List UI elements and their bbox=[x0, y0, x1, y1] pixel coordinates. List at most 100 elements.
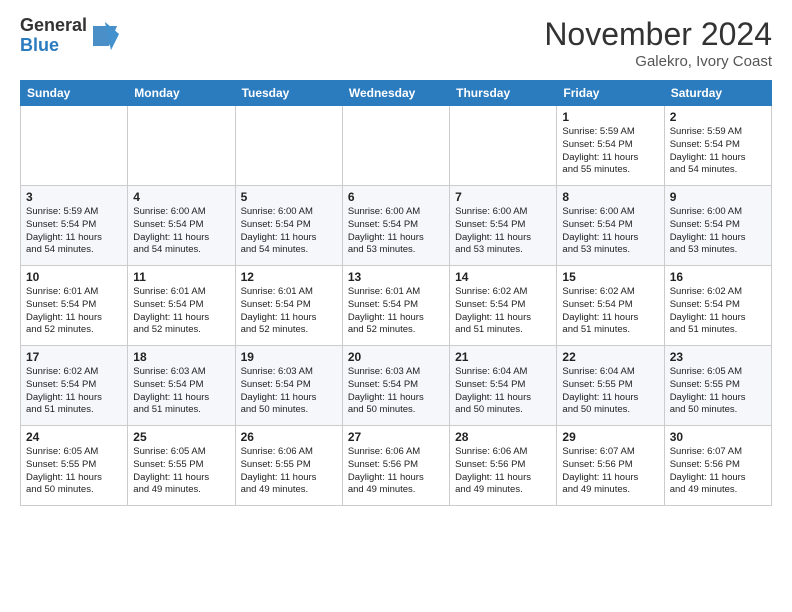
calendar-cell: 26Sunrise: 6:06 AMSunset: 5:55 PMDayligh… bbox=[235, 426, 342, 506]
header: General Blue November 2024 Galekro, Ivor… bbox=[20, 16, 772, 70]
day-info: Sunrise: 6:05 AMSunset: 5:55 PMDaylight:… bbox=[670, 366, 766, 417]
calendar-cell: 3 Sunrise: 5:59 AMSunset: 5:54 PMDaylight… bbox=[21, 186, 128, 266]
day-number: 29 bbox=[562, 430, 658, 444]
day-info: Sunrise: 6:01 AMSunset: 5:54 PMDaylight:… bbox=[241, 286, 337, 337]
location: Galekro, Ivory Coast bbox=[544, 53, 772, 70]
day-number: 10 bbox=[26, 270, 122, 284]
day-info: Sunrise: 6:03 AMSunset: 5:54 PMDaylight:… bbox=[133, 366, 229, 417]
day-number: 1 bbox=[562, 110, 658, 124]
day-number: 18 bbox=[133, 350, 229, 364]
day-number: 16 bbox=[670, 270, 766, 284]
day-number: 6 bbox=[348, 190, 444, 204]
logo: General Blue bbox=[20, 16, 121, 56]
calendar-cell: 17Sunrise: 6:02 AMSunset: 5:54 PMDayligh… bbox=[21, 346, 128, 426]
calendar-cell: 16 Sunrise: 6:02 AMSunset: 5:54 PMDayligh… bbox=[664, 266, 771, 346]
calendar-cell: 24 Sunrise: 6:05 AMSunset: 5:55 PMDayligh… bbox=[21, 426, 128, 506]
calendar-week-2: 3 Sunrise: 5:59 AMSunset: 5:54 PMDaylight… bbox=[21, 186, 772, 266]
calendar-cell: 21 Sunrise: 6:04 AMSunset: 5:54 PMDayligh… bbox=[450, 346, 557, 426]
month-title: November 2024 bbox=[544, 16, 772, 53]
day-number: 28 bbox=[455, 430, 551, 444]
calendar-cell bbox=[342, 106, 449, 186]
calendar-cell: 30 Sunrise: 6:07 AMSunset: 5:56 PMDayligh… bbox=[664, 426, 771, 506]
day-info: Sunrise: 6:00 AMSunset: 5:54 PMDaylight:… bbox=[241, 206, 337, 257]
col-sunday: Sunday bbox=[21, 81, 128, 106]
day-info: Sunrise: 6:00 AMSunset: 5:54 PMDaylight:… bbox=[348, 206, 444, 257]
day-number: 12 bbox=[241, 270, 337, 284]
logo-text: General Blue bbox=[20, 16, 87, 56]
day-number: 3 bbox=[26, 190, 122, 204]
calendar-cell: 15Sunrise: 6:02 AMSunset: 5:54 PMDayligh… bbox=[557, 266, 664, 346]
calendar-cell: 1 Sunrise: 5:59 AMSunset: 5:54 PMDaylight… bbox=[557, 106, 664, 186]
day-number: 14 bbox=[455, 270, 551, 284]
day-number: 27 bbox=[348, 430, 444, 444]
calendar-cell: 19Sunrise: 6:03 AMSunset: 5:54 PMDayligh… bbox=[235, 346, 342, 426]
day-number: 4 bbox=[133, 190, 229, 204]
day-info: Sunrise: 6:01 AMSunset: 5:54 PMDaylight:… bbox=[26, 286, 122, 337]
day-number: 8 bbox=[562, 190, 658, 204]
day-info: Sunrise: 6:02 AMSunset: 5:54 PMDaylight:… bbox=[26, 366, 122, 417]
day-number: 25 bbox=[133, 430, 229, 444]
day-info: Sunrise: 6:02 AMSunset: 5:54 PMDaylight:… bbox=[562, 286, 658, 337]
logo-icon bbox=[89, 18, 121, 54]
day-info: Sunrise: 6:03 AMSunset: 5:54 PMDaylight:… bbox=[348, 366, 444, 417]
calendar-cell: 18 Sunrise: 6:03 AMSunset: 5:54 PMDayligh… bbox=[128, 346, 235, 426]
day-info: Sunrise: 6:04 AMSunset: 5:54 PMDaylight:… bbox=[455, 366, 551, 417]
day-number: 20 bbox=[348, 350, 444, 364]
calendar-cell bbox=[235, 106, 342, 186]
day-number: 24 bbox=[26, 430, 122, 444]
day-info: Sunrise: 6:05 AMSunset: 5:55 PMDaylight:… bbox=[133, 446, 229, 497]
calendar-cell: 28Sunrise: 6:06 AMSunset: 5:56 PMDayligh… bbox=[450, 426, 557, 506]
day-number: 22 bbox=[562, 350, 658, 364]
calendar-cell: 12 Sunrise: 6:01 AMSunset: 5:54 PMDayligh… bbox=[235, 266, 342, 346]
col-tuesday: Tuesday bbox=[235, 81, 342, 106]
day-number: 2 bbox=[670, 110, 766, 124]
day-number: 9 bbox=[670, 190, 766, 204]
calendar-cell: 2Sunrise: 5:59 AMSunset: 5:54 PMDaylight… bbox=[664, 106, 771, 186]
day-info: Sunrise: 6:07 AMSunset: 5:56 PMDaylight:… bbox=[562, 446, 658, 497]
calendar-cell: 13Sunrise: 6:01 AMSunset: 5:54 PMDayligh… bbox=[342, 266, 449, 346]
calendar-cell: 22 Sunrise: 6:04 AMSunset: 5:55 PMDayligh… bbox=[557, 346, 664, 426]
calendar-week-3: 10 Sunrise: 6:01 AMSunset: 5:54 PMDayligh… bbox=[21, 266, 772, 346]
calendar-cell: 20 Sunrise: 6:03 AMSunset: 5:54 PMDayligh… bbox=[342, 346, 449, 426]
day-number: 26 bbox=[241, 430, 337, 444]
logo-blue: Blue bbox=[20, 36, 87, 56]
day-number: 13 bbox=[348, 270, 444, 284]
day-info: Sunrise: 6:00 AMSunset: 5:54 PMDaylight:… bbox=[670, 206, 766, 257]
col-monday: Monday bbox=[128, 81, 235, 106]
col-friday: Friday bbox=[557, 81, 664, 106]
calendar: Sunday Monday Tuesday Wednesday Thursday… bbox=[20, 80, 772, 506]
day-info: Sunrise: 6:00 AMSunset: 5:54 PMDaylight:… bbox=[562, 206, 658, 257]
calendar-cell: 5 Sunrise: 6:00 AMSunset: 5:54 PMDaylight… bbox=[235, 186, 342, 266]
day-info: Sunrise: 6:02 AMSunset: 5:54 PMDaylight:… bbox=[670, 286, 766, 337]
page: General Blue November 2024 Galekro, Ivor… bbox=[0, 0, 792, 612]
col-thursday: Thursday bbox=[450, 81, 557, 106]
day-info: Sunrise: 6:00 AMSunset: 5:54 PMDaylight:… bbox=[133, 206, 229, 257]
calendar-cell: 27 Sunrise: 6:06 AMSunset: 5:56 PMDayligh… bbox=[342, 426, 449, 506]
calendar-cell: 6 Sunrise: 6:00 AMSunset: 5:54 PMDaylight… bbox=[342, 186, 449, 266]
calendar-week-5: 24 Sunrise: 6:05 AMSunset: 5:55 PMDayligh… bbox=[21, 426, 772, 506]
day-info: Sunrise: 6:06 AMSunset: 5:56 PMDaylight:… bbox=[348, 446, 444, 497]
day-info: Sunrise: 6:01 AMSunset: 5:54 PMDaylight:… bbox=[133, 286, 229, 337]
day-info: Sunrise: 5:59 AMSunset: 5:54 PMDaylight:… bbox=[562, 126, 658, 177]
calendar-cell bbox=[128, 106, 235, 186]
day-number: 7 bbox=[455, 190, 551, 204]
day-number: 30 bbox=[670, 430, 766, 444]
day-number: 19 bbox=[241, 350, 337, 364]
day-info: Sunrise: 6:04 AMSunset: 5:55 PMDaylight:… bbox=[562, 366, 658, 417]
day-number: 5 bbox=[241, 190, 337, 204]
day-info: Sunrise: 5:59 AMSunset: 5:54 PMDaylight:… bbox=[26, 206, 122, 257]
day-info: Sunrise: 6:05 AMSunset: 5:55 PMDaylight:… bbox=[26, 446, 122, 497]
calendar-cell bbox=[450, 106, 557, 186]
calendar-cell bbox=[21, 106, 128, 186]
col-wednesday: Wednesday bbox=[342, 81, 449, 106]
day-info: Sunrise: 6:07 AMSunset: 5:56 PMDaylight:… bbox=[670, 446, 766, 497]
day-number: 11 bbox=[133, 270, 229, 284]
calendar-cell: 23 Sunrise: 6:05 AMSunset: 5:55 PMDayligh… bbox=[664, 346, 771, 426]
calendar-cell: 14Sunrise: 6:02 AMSunset: 5:54 PMDayligh… bbox=[450, 266, 557, 346]
day-info: Sunrise: 6:00 AMSunset: 5:54 PMDaylight:… bbox=[455, 206, 551, 257]
calendar-week-1: 1 Sunrise: 5:59 AMSunset: 5:54 PMDaylight… bbox=[21, 106, 772, 186]
title-block: November 2024 Galekro, Ivory Coast bbox=[544, 16, 772, 70]
calendar-cell: 9 Sunrise: 6:00 AMSunset: 5:54 PMDaylight… bbox=[664, 186, 771, 266]
day-number: 21 bbox=[455, 350, 551, 364]
day-number: 23 bbox=[670, 350, 766, 364]
